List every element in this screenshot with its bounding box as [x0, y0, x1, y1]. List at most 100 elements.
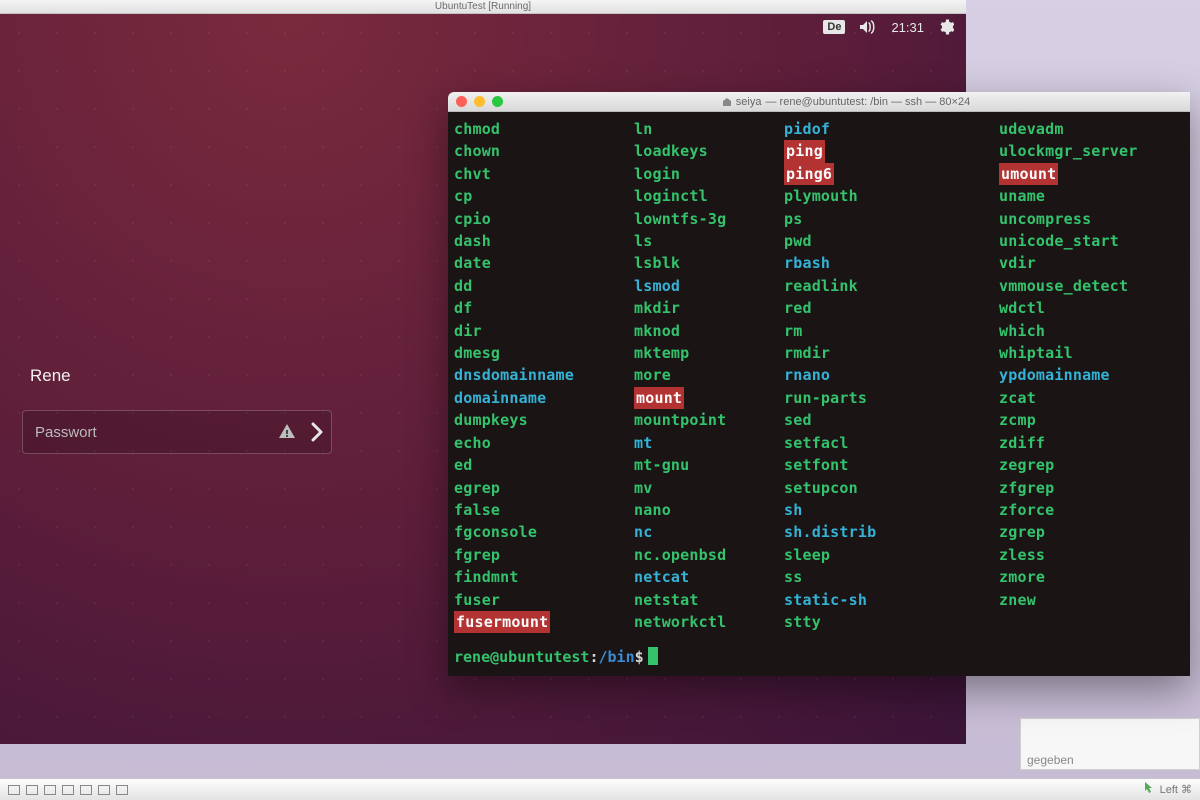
bin-entry: zless [999, 544, 1184, 566]
bin-entry: dmesg [454, 342, 634, 364]
volume-icon[interactable] [859, 20, 877, 34]
bin-entry: fuser [454, 589, 634, 611]
zoom-icon[interactable] [492, 96, 503, 107]
bin-entry: loginctl [634, 185, 784, 207]
bin-entry: echo [454, 432, 634, 454]
bin-entry: mt [634, 432, 784, 454]
bin-entry: nc [634, 521, 784, 543]
terminal-window[interactable]: seiya — rene@ubuntutest: /bin — ssh — 80… [448, 92, 1190, 676]
home-icon [722, 97, 732, 107]
bin-entry: ps [784, 208, 999, 230]
snippet-text: gegeben [1027, 753, 1074, 767]
bin-entry: zcat [999, 387, 1184, 409]
bin-entry: stty [784, 611, 999, 633]
background-window-snippet: gegeben [1020, 718, 1200, 770]
prompt-host: ubuntutest [499, 648, 589, 666]
status-icon [8, 785, 20, 795]
ubuntu-top-bar: De 21:31 [811, 14, 966, 40]
bin-entry: umount [999, 163, 1058, 185]
bin-entry: ed [454, 454, 634, 476]
bin-entry: cpio [454, 208, 634, 230]
terminal-listing: chmodchownchvtcpcpiodashdatedddfdirdmesg… [454, 118, 1184, 646]
vm-window-titlebar: UbuntuTest [Running] [0, 0, 966, 14]
bin-entry: chvt [454, 163, 634, 185]
bin-entry: nano [634, 499, 784, 521]
bin-entry: wdctl [999, 297, 1184, 319]
terminal-body[interactable]: chmodchownchvtcpcpiodashdatedddfdirdmesg… [448, 112, 1190, 676]
bin-entry: dd [454, 275, 634, 297]
terminal-prompt: rene@ubuntutest:/bin$ [454, 646, 1184, 668]
bin-entry: rmdir [784, 342, 999, 364]
bin-entry: setfacl [784, 432, 999, 454]
bin-entry: nc.openbsd [634, 544, 784, 566]
bin-entry: whiptail [999, 342, 1184, 364]
bin-entry: setfont [784, 454, 999, 476]
bin-entry: zforce [999, 499, 1184, 521]
bin-entry: false [454, 499, 634, 521]
bin-entry: cp [454, 185, 634, 207]
bin-entry: vmmouse_detect [999, 275, 1184, 297]
bin-entry: netcat [634, 566, 784, 588]
status-icon [98, 785, 110, 795]
bin-entry: znew [999, 589, 1184, 611]
host-key-indicator: Left ⌘ [1160, 783, 1192, 796]
bin-entry: netstat [634, 589, 784, 611]
bin-entry: date [454, 252, 634, 274]
bin-entry: sh.distrib [784, 521, 999, 543]
status-icon [116, 785, 128, 795]
bin-entry: mv [634, 477, 784, 499]
bin-entry: pwd [784, 230, 999, 252]
bin-entry: which [999, 320, 1184, 342]
bin-entry: dir [454, 320, 634, 342]
bin-entry: ln [634, 118, 784, 140]
close-icon[interactable] [456, 96, 467, 107]
bin-entry: login [634, 163, 784, 185]
password-input[interactable] [23, 411, 277, 453]
bin-entry: rm [784, 320, 999, 342]
bin-entry: udevadm [999, 118, 1184, 140]
bin-entry: ping6 [784, 163, 834, 185]
bin-entry: zdiff [999, 432, 1184, 454]
login-submit-button[interactable] [303, 411, 331, 453]
bin-entry: unicode_start [999, 230, 1184, 252]
bin-entry: egrep [454, 477, 634, 499]
bin-entry: mkdir [634, 297, 784, 319]
bin-entry: df [454, 297, 634, 319]
bin-entry: findmnt [454, 566, 634, 588]
bin-entry: sh [784, 499, 999, 521]
bin-entry: dnsdomainname [454, 364, 634, 386]
vm-window-title: UbuntuTest [Running] [435, 1, 531, 12]
login-box: Rene [22, 366, 332, 454]
bin-entry: domainname [454, 387, 634, 409]
bin-entry: loadkeys [634, 140, 784, 162]
bin-entry: sed [784, 409, 999, 431]
warning-icon [277, 422, 297, 442]
bin-entry: rbash [784, 252, 999, 274]
status-mouse-icon [1144, 781, 1154, 798]
bin-entry: plymouth [784, 185, 999, 207]
bin-entry: lsblk [634, 252, 784, 274]
terminal-title-rest: — rene@ubuntutest: /bin — ssh — 80×24 [765, 96, 970, 108]
bin-entry: red [784, 297, 999, 319]
bin-entry: fusermount [454, 611, 550, 633]
clock-text[interactable]: 21:31 [891, 20, 924, 35]
login-username: Rene [22, 366, 332, 386]
gear-icon[interactable] [938, 19, 954, 35]
bin-entry: more [634, 364, 784, 386]
bin-entry: lsmod [634, 275, 784, 297]
status-icon [62, 785, 74, 795]
terminal-title: seiya — rene@ubuntutest: /bin — ssh — 80… [510, 96, 1182, 108]
bin-entry: ss [784, 566, 999, 588]
bin-entry: sleep [784, 544, 999, 566]
bin-entry: uncompress [999, 208, 1184, 230]
bin-entry: mknod [634, 320, 784, 342]
minimize-icon[interactable] [474, 96, 485, 107]
bin-entry: mount [634, 387, 684, 409]
bin-entry: lowntfs-3g [634, 208, 784, 230]
status-icon [80, 785, 92, 795]
keyboard-indicator[interactable]: De [823, 20, 845, 34]
terminal-cursor [648, 647, 658, 665]
bin-entry: fgconsole [454, 521, 634, 543]
bin-entry: dumpkeys [454, 409, 634, 431]
terminal-titlebar[interactable]: seiya — rene@ubuntutest: /bin — ssh — 80… [448, 92, 1190, 112]
